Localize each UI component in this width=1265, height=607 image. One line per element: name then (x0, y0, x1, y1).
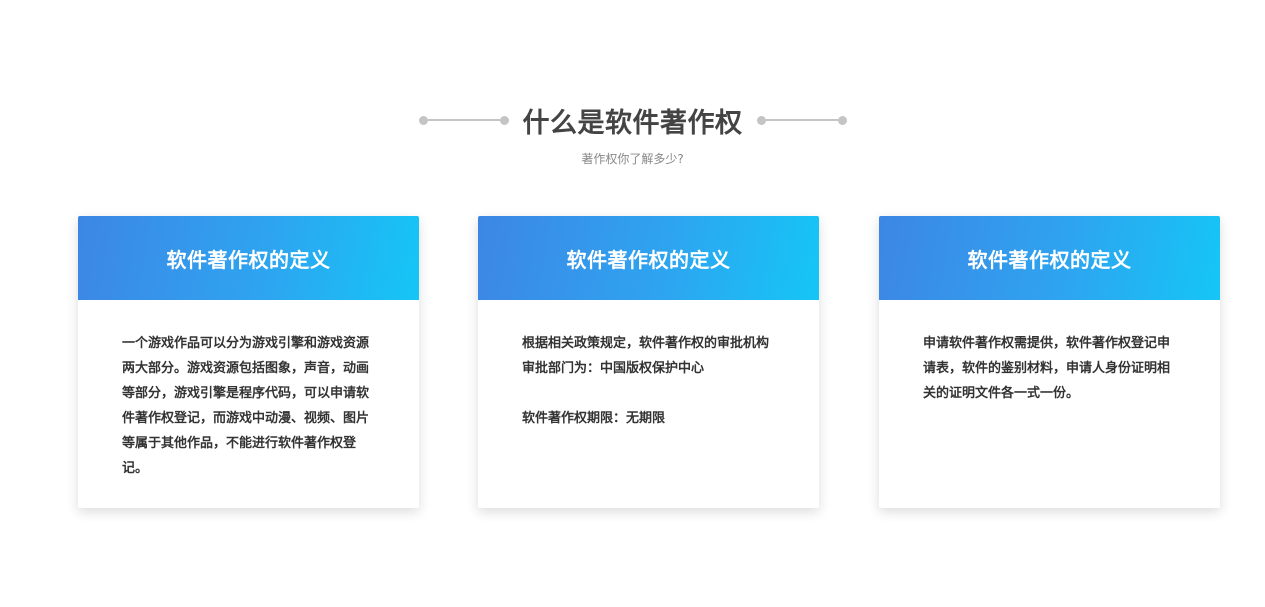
info-card-approval: 软件著作权的定义 根据相关政策规定，软件著作权的审批机构审批部门为：中国版权保护… (478, 216, 819, 508)
card-body: 一个游戏作品可以分为游戏引擎和游戏资源两大部分。游戏资源包括图象，声音，动画等部… (78, 300, 419, 481)
card-paragraph: 根据相关政策规定，软件著作权的审批机构审批部门为：中国版权保护中心 (522, 336, 770, 376)
decoration-dot (418, 115, 428, 125)
decoration-dot (837, 115, 847, 125)
section-title: 什么是软件著作权 (522, 107, 743, 139)
title-decoration-right (756, 115, 847, 125)
decoration-dot (756, 115, 766, 125)
card-header: 软件著作权的定义 (879, 216, 1220, 300)
section-subtitle: 著作权你了解多少? (581, 152, 684, 166)
info-card-definition: 软件著作权的定义 一个游戏作品可以分为游戏引擎和游戏资源两大部分。游戏资源包括图… (78, 216, 419, 508)
card-title: 软件著作权的定义 (967, 247, 1132, 272)
card-body: 根据相关政策规定，软件著作权的审批机构审批部门为：中国版权保护中心 软件著作权期… (478, 300, 819, 431)
card-title: 软件著作权的定义 (166, 247, 331, 272)
decoration-line (427, 119, 500, 121)
card-paragraph: 软件著作权期限：无期限 (522, 411, 666, 426)
decoration-line (765, 119, 838, 121)
decoration-dot (499, 115, 509, 125)
card-header: 软件著作权的定义 (478, 216, 819, 300)
title-decoration-left (418, 115, 509, 125)
card-paragraph: 一个游戏作品可以分为游戏引擎和游戏资源两大部分。游戏资源包括图象，声音，动画等部… (122, 336, 370, 476)
card-body: 申请软件著作权需提供，软件著作权登记申请表，软件的鉴别材料，申请人身份证明相关的… (879, 300, 1220, 406)
info-card-requirements: 软件著作权的定义 申请软件著作权需提供，软件著作权登记申请表，软件的鉴别材料，申… (879, 216, 1220, 508)
section-header: 什么是软件著作权 (0, 96, 1265, 144)
card-title: 软件著作权的定义 (566, 247, 731, 272)
card-header: 软件著作权的定义 (78, 216, 419, 300)
card-paragraph: 申请软件著作权需提供，软件著作权登记申请表，软件的鉴别材料，申请人身份证明相关的… (923, 336, 1171, 401)
